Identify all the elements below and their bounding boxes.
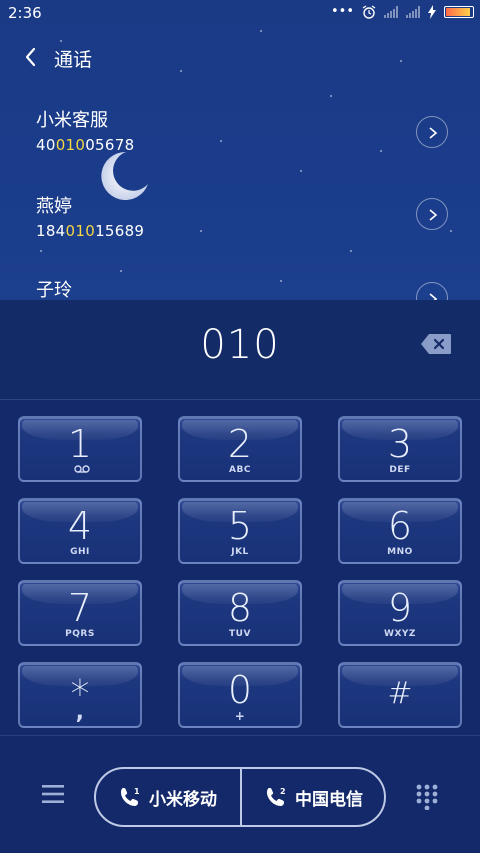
chevron-right-icon	[429, 209, 438, 221]
phone-sim1-icon: 1	[121, 787, 140, 806]
key-digit: 7	[67, 586, 93, 630]
backspace-icon[interactable]	[420, 333, 452, 355]
phone-sim2-icon: 2	[267, 787, 286, 806]
key-star[interactable]: * ,	[18, 662, 142, 728]
key-2[interactable]: 2 ABC	[178, 416, 302, 482]
menu-icon[interactable]	[42, 784, 64, 804]
key-3[interactable]: 3 DEF	[338, 416, 462, 482]
signal-icon	[406, 5, 420, 18]
key-letters: +	[234, 709, 246, 723]
key-letters: MNO	[387, 547, 413, 557]
call-sim2-button[interactable]: 2 中国电信	[242, 769, 386, 825]
sim1-label: 小米移动	[149, 789, 217, 810]
page-title: 通话	[54, 49, 93, 71]
key-digit: 5	[227, 504, 253, 548]
key-7[interactable]: 7 PQRS	[18, 580, 142, 646]
key-hash[interactable]: #	[338, 662, 462, 728]
key-letters: ABC	[229, 465, 251, 475]
key-9[interactable]: 9 WXYZ	[338, 580, 462, 646]
key-8[interactable]: 8 TUV	[178, 580, 302, 646]
dial-keypad: 1 2 ABC 3 DEF 4 GHI 5 JKL 6 MNO 7 PQRS 8…	[0, 400, 480, 735]
status-time: 2:36	[8, 4, 42, 22]
chevron-right-icon	[429, 127, 438, 139]
contact-detail-button[interactable]	[416, 116, 448, 148]
dots-icon: •••	[330, 4, 354, 19]
key-letters: JKL	[231, 547, 249, 557]
svg-text:2: 2	[280, 787, 286, 796]
key-digit: 0	[227, 668, 253, 712]
contact-name: 燕婷	[36, 196, 72, 217]
sim2-label: 中国电信	[295, 789, 363, 810]
signal-icon	[384, 5, 398, 18]
battery-icon	[444, 5, 474, 18]
key-letters: DEF	[389, 465, 411, 475]
contact-row[interactable]: 燕婷 18401015689	[36, 192, 456, 262]
voicemail-icon	[74, 465, 90, 473]
charging-icon	[428, 4, 436, 19]
key-0[interactable]: 0 +	[178, 662, 302, 728]
chevron-right-icon	[429, 293, 438, 300]
dialed-number: 010	[200, 322, 280, 368]
status-bar: 2:36 •••	[0, 0, 480, 28]
key-5[interactable]: 5 JKL	[178, 498, 302, 564]
status-icons: •••	[331, 4, 474, 19]
key-digit: 9	[387, 586, 413, 630]
key-4[interactable]: 4 GHI	[18, 498, 142, 564]
call-action-bar: 1 小米移动 2 中国电信	[0, 735, 480, 853]
contact-row[interactable]: 小米客服 4001005678	[36, 106, 456, 176]
key-letters: GHI	[70, 547, 90, 557]
key-letters: WXYZ	[384, 629, 416, 639]
key-letters: ,	[75, 700, 85, 725]
dial-display: 010	[0, 300, 480, 400]
sim-call-buttons: 1 小米移动 2 中国电信	[94, 767, 386, 827]
key-digit: 8	[227, 586, 253, 630]
key-digit: 3	[387, 422, 413, 466]
key-digit: #	[387, 676, 413, 711]
key-1[interactable]: 1	[18, 416, 142, 482]
svg-text:1: 1	[134, 787, 140, 796]
key-letters: PQRS	[65, 629, 95, 639]
call-sim1-button[interactable]: 1 小米移动	[96, 769, 240, 825]
key-digit: 4	[67, 504, 93, 548]
key-digit: 2	[227, 422, 253, 466]
contact-row[interactable]: 子玲	[36, 276, 456, 300]
contact-name: 小米客服	[36, 110, 108, 131]
contact-detail-button[interactable]	[416, 198, 448, 230]
key-digit: 1	[67, 422, 93, 466]
key-6[interactable]: 6 MNO	[338, 498, 462, 564]
back-chevron-icon[interactable]	[20, 44, 44, 70]
contact-name: 子玲	[36, 280, 72, 300]
key-letters: TUV	[229, 629, 251, 639]
contact-number: 4001005678	[36, 136, 135, 154]
alarm-icon	[362, 5, 376, 19]
dialpad-toggle-icon[interactable]	[416, 784, 438, 810]
key-digit: 6	[387, 504, 413, 548]
app-header: 通话	[0, 36, 480, 80]
contact-number: 18401015689	[36, 222, 145, 240]
